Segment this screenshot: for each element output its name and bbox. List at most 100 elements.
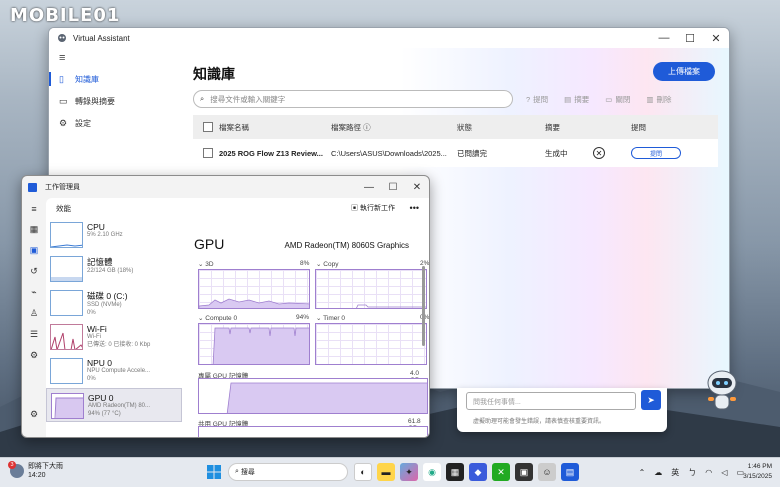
engine-name[interactable]: ⌄ 3D <box>198 260 214 268</box>
services-icon[interactable]: ⚙ <box>30 345 38 366</box>
clock-time: 1:46 PM <box>747 463 772 470</box>
graph-3d <box>198 269 310 309</box>
graph-timer <box>315 323 427 365</box>
system-tray: ⌃ ☁ 英 ㄅ ◠ ◁ ▭ <box>630 467 744 478</box>
device-name: GPU 0 <box>88 393 114 403</box>
terminal-icon[interactable]: ▣ <box>515 463 533 481</box>
delete-button[interactable]: ▥ 刪除 <box>646 94 671 105</box>
device-gpu[interactable]: GPU 0 AMD Radeon(TM) 80... 94% (77 °C) <box>46 388 182 422</box>
new-task-button[interactable]: ▣ 執行新工作 <box>351 203 395 213</box>
tm-header: 效能 ▣ 執行新工作 ••• <box>46 198 429 218</box>
info-icon[interactable]: ⓘ <box>363 123 371 132</box>
device-disk[interactable]: 磁碟 0 (C:) SSD (NVMe) 0% <box>46 286 182 320</box>
startup-icon[interactable]: ⌁ <box>31 282 36 303</box>
maximize-button[interactable]: ☐ <box>381 176 405 198</box>
cancel-icon[interactable]: ✕ <box>593 147 605 159</box>
weather-time: 14:20 <box>28 472 46 479</box>
column-header: 檔案路徑 ⓘ <box>331 122 457 133</box>
copilot-icon[interactable]: ✦ <box>400 463 418 481</box>
file-summary: 生成中 <box>545 148 568 158</box>
hamburger-icon[interactable]: ≡ <box>49 48 181 68</box>
scrollbar[interactable] <box>422 266 425 346</box>
processes-icon[interactable]: ▦ <box>30 219 39 240</box>
row-ask-button[interactable]: 提問 <box>631 147 681 159</box>
notification-badge: 3 <box>8 461 16 469</box>
device-name: NPU 0 <box>87 358 113 368</box>
device-detail: 0% <box>87 375 96 382</box>
graph-dedicated-memory <box>198 378 428 414</box>
sidebar-item-knowledge-base[interactable]: ▯ 知識庫 <box>49 68 181 90</box>
file-explorer-icon[interactable]: ▬ <box>377 463 395 481</box>
select-all-checkbox[interactable] <box>203 122 213 132</box>
device-thumbnail <box>50 290 83 316</box>
search-placeholder: 搜尋文件或輸入關鍵字 <box>210 94 286 104</box>
app-history-icon[interactable]: ↺ <box>30 261 38 282</box>
device-npu[interactable]: NPU 0 NPU Compute Accele... 0% <box>46 354 182 388</box>
search-icon: ⌕ <box>200 94 205 103</box>
device-detail: NPU Compute Accele... <box>87 368 151 374</box>
close-button[interactable]: ✕ <box>405 176 429 198</box>
widget-app-icon[interactable]: ◐ <box>354 463 372 481</box>
minimize-button[interactable]: — <box>357 176 381 198</box>
ime-indicator[interactable]: 英 <box>671 467 679 478</box>
graph-copy <box>315 269 427 309</box>
edge-icon[interactable]: ◉ <box>423 463 441 481</box>
hamburger-icon[interactable]: ≡ <box>31 198 36 219</box>
windows-start-icon[interactable] <box>205 463 223 481</box>
send-icon[interactable]: ➤ <box>641 390 661 410</box>
taskbar-search[interactable]: ⌕ 搜尋 <box>228 463 348 481</box>
device-thumbnail <box>50 358 83 384</box>
upload-button[interactable]: 上傳檔案 <box>653 62 715 81</box>
engine-name[interactable]: ⌄ Timer 0 <box>316 314 345 322</box>
ask-button[interactable]: ? 提問 <box>526 94 548 105</box>
engine-name[interactable]: ⌄ Compute 0 <box>198 314 237 322</box>
chat-input[interactable]: 問我任何事情... <box>466 392 636 410</box>
toolbar: ? 提問 ▤ 摘要 ▭ 關閉 ▥ 刪除 <box>526 94 687 105</box>
store-icon[interactable]: ▦ <box>446 463 464 481</box>
column-header: 摘要 <box>545 122 560 132</box>
xbox-icon[interactable]: ✕ <box>492 463 510 481</box>
close-file-button[interactable]: ▭ 關閉 <box>605 94 630 105</box>
engine-name-text: Compute 0 <box>205 315 238 322</box>
virtual-assistant-taskbar-icon[interactable]: ☺ <box>538 463 556 481</box>
performance-icon[interactable]: ▣ <box>30 240 39 261</box>
more-options-button[interactable]: ••• <box>410 203 419 213</box>
column-header-label: 檔案路徑 <box>331 122 361 132</box>
column-header: 狀態 <box>457 122 472 132</box>
chevron-up-icon[interactable]: ⌃ <box>639 468 646 477</box>
file-table: 檔案名稱 檔案路徑 ⓘ 狀態 摘要 提問 2025 ROG Flow Z13 R… <box>193 115 718 167</box>
engine-name[interactable]: ⌄ Copy <box>316 260 338 268</box>
minimize-button[interactable]: — <box>651 28 677 48</box>
device-name: 記憶體 <box>87 257 113 267</box>
table-row[interactable]: 2025 ROG Flow Z13 Review... C:\Users\ASU… <box>193 139 718 167</box>
cloud-icon[interactable]: ☁ <box>654 468 662 477</box>
settings-icon[interactable]: ⚙ <box>30 404 38 425</box>
maximize-button[interactable]: ☐ <box>677 28 703 48</box>
sidebar-item-settings[interactable]: ⚙ 設定 <box>49 112 181 134</box>
device-cpu[interactable]: CPU 5% 2.10 GHz <box>46 218 182 252</box>
robot-mascot-icon[interactable] <box>704 365 740 415</box>
weather-widget[interactable]: 3 即將下大雨 14:20 <box>8 461 63 480</box>
task-manager-app-icon <box>28 182 37 192</box>
details-icon[interactable]: ☰ <box>30 324 38 345</box>
speaker-icon[interactable]: ◁ <box>721 468 727 477</box>
device-detail: 94% (77 °C) <box>88 410 121 417</box>
close-button[interactable]: ✕ <box>703 28 729 48</box>
sidebar-item-transcribe[interactable]: ▭ 轉錄與摘要 <box>49 90 181 112</box>
device-thumbnail <box>50 324 83 350</box>
device-wifi[interactable]: Wi-Fi Wi-Fi 已傳送: 0 已接收: 0 Kbp <box>46 320 182 354</box>
summary-button[interactable]: ▤ 摘要 <box>564 94 589 105</box>
clock[interactable]: 1:46 PM 3/15/2025 <box>743 462 772 482</box>
armoury-icon[interactable]: ◆ <box>469 463 487 481</box>
input-mode-icon[interactable]: ㄅ <box>688 467 696 478</box>
trash-icon: ▥ <box>646 95 654 104</box>
task-manager-taskbar-icon[interactable]: ▤ <box>561 463 579 481</box>
tm-window-title: 工作管理員 <box>45 184 80 191</box>
file-path: C:\Users\ASUS\Downloads\2025... <box>331 148 447 158</box>
users-icon[interactable]: ♙ <box>30 303 38 324</box>
row-checkbox[interactable] <box>203 148 213 158</box>
wifi-icon[interactable]: ◠ <box>705 468 712 477</box>
device-memory[interactable]: 記憶體 22/124 GB (18%) <box>46 252 182 286</box>
search-input[interactable]: ⌕ 搜尋文件或輸入關鍵字 <box>193 90 513 108</box>
device-detail: Wi-Fi <box>87 334 101 340</box>
